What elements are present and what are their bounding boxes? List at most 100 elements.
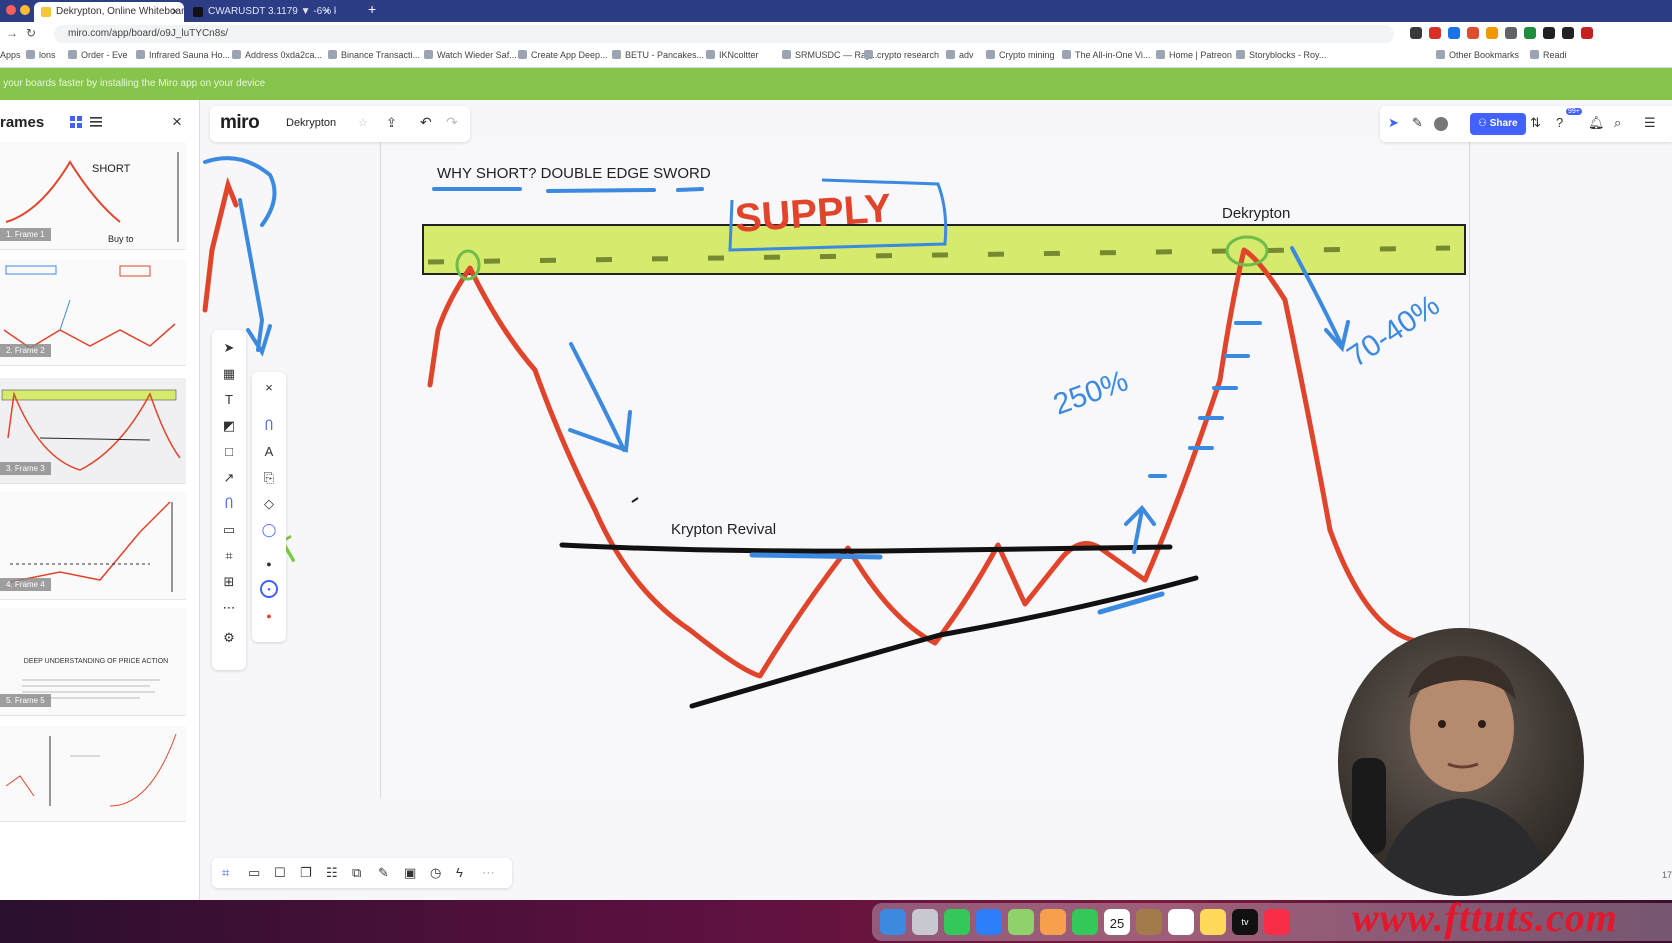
pen-icon[interactable]: Ⴖ — [221, 496, 237, 512]
frame-thumbnail[interactable] — [0, 726, 186, 822]
board-name[interactable]: Dekrypton — [286, 117, 336, 129]
extension-icon[interactable] — [1429, 27, 1441, 39]
list-view-icon[interactable] — [90, 116, 102, 128]
more-icon[interactable]: ⋯ — [482, 865, 495, 881]
upload-icon[interactable]: ⊞ — [221, 574, 237, 590]
calendar-icon[interactable]: 25 — [1104, 909, 1130, 935]
avatar[interactable] — [1434, 117, 1448, 131]
frame-thumbnail[interactable]: SHORT Buy to 1. Frame 1 — [0, 142, 186, 250]
contacts-icon[interactable] — [1136, 909, 1162, 935]
tab-miro-board[interactable]: Dekrypton, Online Whiteboard × — [34, 2, 184, 22]
chat-icon[interactable]: ☐ — [274, 865, 286, 881]
miro-logo[interactable]: miro — [220, 112, 260, 134]
frame-thumbnail[interactable]: DEEP UNDERSTANDING OF PRICE ACTION 5. Fr… — [0, 608, 186, 716]
apple-tv-icon[interactable]: tv — [1232, 909, 1258, 935]
url-input[interactable]: miro.com/app/board/o9J_luTYCn8s/ — [54, 25, 1394, 43]
notes-icon[interactable] — [1200, 909, 1226, 935]
tab-tradingview[interactable]: CWARUSDT 3.1179 ▼ -6% kr × — [186, 2, 336, 22]
bookmark-item[interactable]: Address 0xda2ca... — [232, 50, 322, 60]
pointer-icon[interactable]: ➤ — [1388, 115, 1399, 131]
bookmark-item[interactable]: crypto research — [864, 50, 939, 60]
color-blue-swatch[interactable]: ● — [260, 580, 278, 598]
extension-icon[interactable] — [1543, 27, 1555, 39]
bell-icon[interactable]: 🔔︎ — [1588, 115, 1605, 131]
apps-icon[interactable]: ⚙ — [221, 630, 237, 646]
bookmark-item[interactable]: Apps — [0, 50, 21, 60]
frame-thumbnail[interactable]: 3. Frame 3 — [0, 378, 186, 484]
forward-icon[interactable]: → — [6, 26, 18, 40]
new-tab-icon[interactable]: + — [368, 1, 376, 17]
help-icon[interactable]: ? — [1556, 115, 1563, 130]
extension-icon[interactable] — [1410, 27, 1422, 39]
text-icon[interactable]: T — [221, 392, 237, 408]
kanban-icon[interactable]: ☷ — [326, 865, 338, 881]
thin-stroke-icon[interactable]: ● — [261, 556, 277, 572]
finder-icon[interactable] — [880, 909, 906, 935]
pen-icon[interactable]: Ⴖ — [261, 418, 277, 434]
export-icon[interactable]: ⇪ — [386, 115, 397, 131]
sticky-note-icon[interactable]: ◩ — [221, 418, 237, 434]
undo-icon[interactable]: ↶ — [420, 114, 432, 131]
settings-sliders-icon[interactable]: ⇅ — [1530, 115, 1541, 131]
bookmark-item[interactable]: IKNcoltter — [706, 50, 759, 60]
close-window-icon[interactable] — [6, 5, 16, 15]
bookmark-item[interactable]: BETU - Pancakes... — [612, 50, 704, 60]
photos-icon[interactable] — [1040, 909, 1066, 935]
bookmark-item[interactable]: adv — [946, 50, 974, 60]
bookmark-item[interactable]: Binance Transacti... — [328, 50, 420, 60]
comment-icon[interactable]: ▭ — [221, 522, 237, 538]
star-icon[interactable]: ☆ — [358, 116, 368, 129]
grid-view-icon[interactable] — [70, 116, 82, 128]
frame-thumbnail[interactable]: 4. Frame 4 — [0, 492, 186, 600]
bookmark-item[interactable]: Storyblocks - Roy... — [1236, 50, 1326, 60]
extension-icon[interactable] — [1486, 27, 1498, 39]
bookmark-item[interactable]: Infrared Sauna Ho... — [136, 50, 230, 60]
comments-icon[interactable]: ▭ — [248, 865, 260, 881]
marker-icon[interactable]: A — [261, 444, 277, 460]
close-icon[interactable]: × — [172, 2, 178, 22]
bookmark-item[interactable]: Order - Eve — [68, 50, 128, 60]
menu-icon[interactable]: ☰ — [1644, 115, 1656, 131]
bookmark-item[interactable]: The All-in-One Vi... — [1062, 50, 1150, 60]
redo-icon[interactable]: ↷ — [446, 114, 458, 131]
extension-icon[interactable] — [1505, 27, 1517, 39]
close-icon[interactable]: × — [261, 380, 277, 396]
share-screen-icon[interactable]: ⧉ — [352, 865, 361, 881]
pen-icon[interactable]: ✎ — [1412, 115, 1423, 131]
extension-icon[interactable] — [1467, 27, 1479, 39]
maps-icon[interactable] — [1008, 909, 1034, 935]
reminders-icon[interactable] — [1168, 909, 1194, 935]
color-red-swatch[interactable]: ● — [261, 608, 277, 624]
highlighter-icon[interactable]: ⎘ — [261, 470, 277, 486]
bookmark-item[interactable]: lons — [26, 50, 56, 60]
close-icon[interactable]: × — [324, 2, 330, 22]
edit-icon[interactable]: ✎ — [378, 865, 389, 881]
launchpad-icon[interactable] — [912, 909, 938, 935]
minimize-window-icon[interactable] — [20, 5, 30, 15]
bookmark-item[interactable]: Readi — [1530, 50, 1567, 60]
bookmark-item[interactable]: Home | Patreon — [1156, 50, 1232, 60]
extension-icon[interactable] — [1524, 27, 1536, 39]
bookmark-item[interactable]: Other Bookmarks — [1436, 50, 1519, 60]
extension-icon[interactable] — [1562, 27, 1574, 39]
template-icon[interactable]: ▦ — [221, 366, 237, 382]
line-icon[interactable]: ↗ — [221, 470, 237, 486]
lasso-icon[interactable]: ◯ — [261, 522, 277, 538]
cards-icon[interactable]: ❐ — [300, 865, 312, 881]
bookmark-item[interactable]: Create App Deep... — [518, 50, 608, 60]
extension-icon[interactable] — [1581, 27, 1593, 39]
bookmark-item[interactable]: Watch Wieder Saf... — [424, 50, 517, 60]
magic-icon[interactable]: ϟ — [456, 865, 463, 880]
music-icon[interactable] — [1264, 909, 1290, 935]
shape-icon[interactable]: □ — [221, 444, 237, 460]
frames-icon[interactable]: ⌗ — [222, 865, 229, 881]
eraser-icon[interactable]: ◇ — [261, 496, 277, 512]
close-panel-icon[interactable]: × — [172, 112, 182, 132]
extension-icon[interactable] — [1448, 27, 1460, 39]
share-button[interactable]: ⚇ Share — [1470, 113, 1526, 135]
more-icon[interactable]: ⋯ — [221, 600, 237, 616]
install-app-banner[interactable]: Open your boards faster by installing th… — [0, 68, 1672, 100]
video-icon[interactable]: ▣ — [404, 865, 416, 881]
frame-icon[interactable]: ⌗ — [221, 548, 237, 564]
facetime-icon[interactable] — [1072, 909, 1098, 935]
